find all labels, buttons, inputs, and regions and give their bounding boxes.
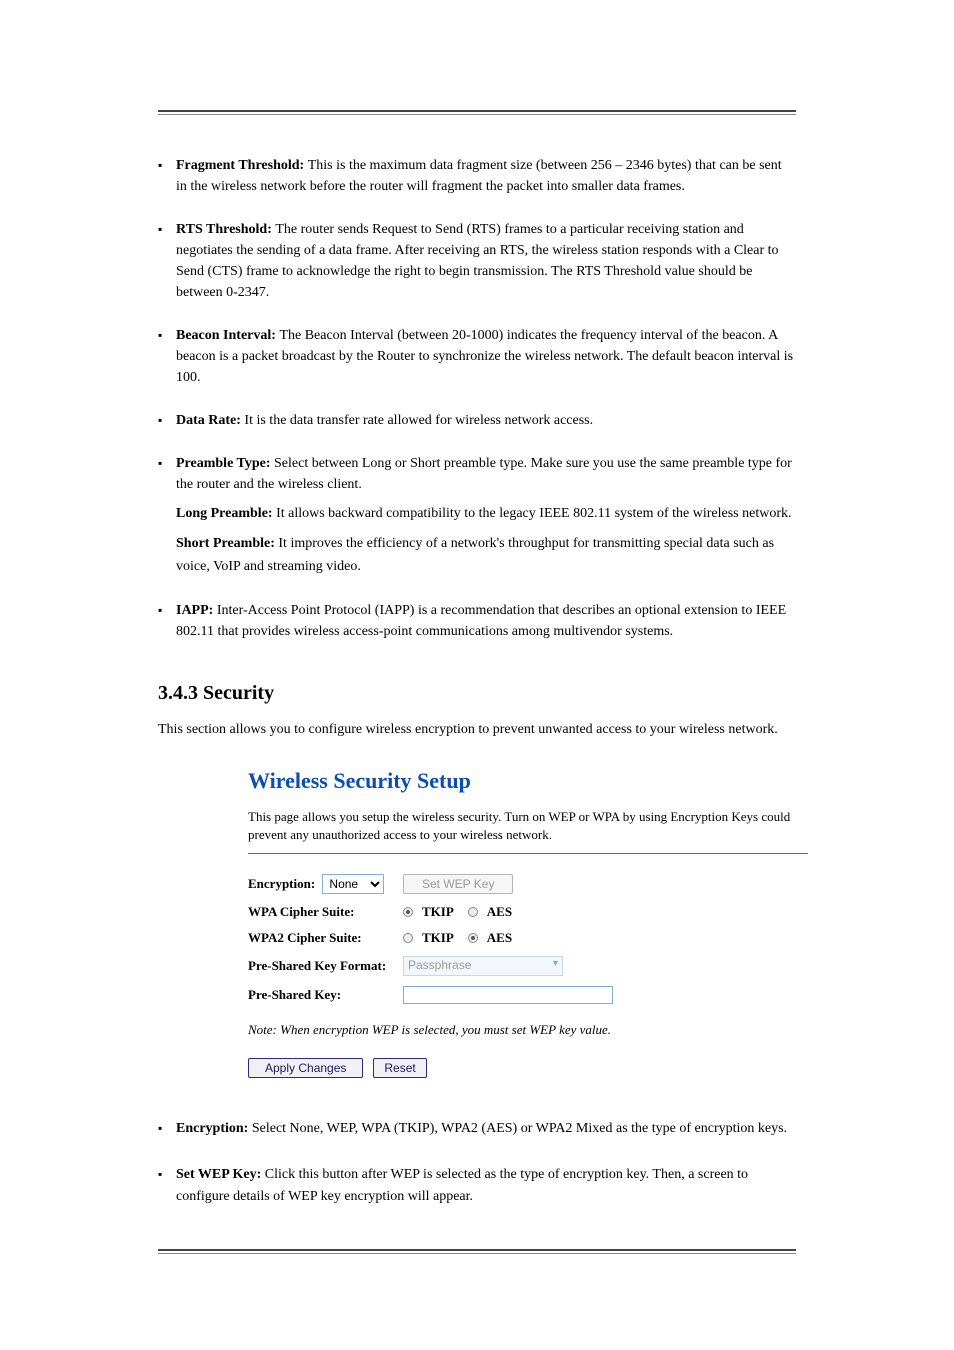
encryption-select[interactable]: None	[322, 874, 384, 894]
radio-wpa2-tkip[interactable]	[403, 933, 413, 943]
reset-button[interactable]: Reset	[373, 1058, 426, 1078]
set-wep-key-button[interactable]: Set WEP Key	[403, 874, 513, 894]
footer-rule-bottom	[158, 1253, 796, 1254]
footer-rule-top	[158, 1249, 796, 1251]
preamble-long: Long Preamble: It allows backward compat…	[176, 503, 796, 525]
security-bullet-list: Encryption: Select None, WEP, WPA (TKIP)…	[158, 1118, 796, 1209]
screenshot-title: Wireless Security Setup	[248, 768, 808, 794]
term-fragment: Fragment Threshold:	[176, 158, 308, 173]
label-psk-format: Pre-Shared Key Format:	[248, 958, 403, 974]
text-iapp: Inter-Access Point Protocol (IAPP) is a …	[176, 603, 786, 639]
term-rts: RTS Threshold:	[176, 222, 275, 237]
preamble-long-text: It allows backward compatibility to the …	[276, 506, 791, 521]
button-row: Apply Changes Reset	[248, 1058, 808, 1078]
radio-wpa-tkip[interactable]	[403, 907, 413, 917]
radio-wpa2-tkip-label: TKIP	[422, 930, 454, 946]
radio-wpa2-aes-label: AES	[487, 930, 512, 946]
preamble-long-label: Long Preamble:	[176, 506, 276, 521]
header-rule-bottom	[158, 114, 796, 115]
row-wpa-cipher: WPA Cipher Suite: TKIP AES	[248, 904, 808, 920]
header-rule-top	[158, 110, 796, 112]
psk-format-select[interactable]: Passphrase▾	[403, 956, 563, 976]
row-encryption: Encryption: None Set WEP Key	[248, 874, 808, 894]
screenshot-intro: This page allows you setup the wireless …	[248, 808, 808, 853]
list-item: Preamble Type: Select between Long or Sh…	[176, 453, 796, 578]
radio-wpa-aes-label: AES	[487, 904, 512, 920]
screenshot-security-setup: Wireless Security Setup This page allows…	[248, 768, 808, 1077]
preamble-sublist: Long Preamble: It allows backward compat…	[176, 503, 796, 578]
list-item: Data Rate: It is the data transfer rate …	[176, 410, 796, 431]
section-heading-security: 3.4.3 Security	[158, 682, 796, 705]
term-preamble: Preamble Type:	[176, 456, 274, 471]
term-encryption: Encryption:	[176, 1121, 252, 1136]
text-datarate: It is the data transfer rate allowed for…	[244, 413, 593, 428]
term-datarate: Data Rate:	[176, 413, 244, 428]
list-item: IAPP: Inter-Access Point Protocol (IAPP)…	[176, 600, 796, 642]
preamble-short: Short Preamble: It improves the efficien…	[176, 533, 796, 578]
list-item: Beacon Interval: The Beacon Interval (be…	[176, 325, 796, 388]
chevron-down-icon: ▾	[553, 958, 558, 969]
section-description: This section allows you to configure wir…	[158, 719, 796, 740]
advanced-bullet-list: Fragment Threshold: This is the maximum …	[158, 155, 796, 642]
radio-wpa2-aes[interactable]	[468, 933, 478, 943]
term-beacon: Beacon Interval:	[176, 328, 279, 343]
row-wpa2-cipher: WPA2 Cipher Suite: TKIP AES	[248, 930, 808, 946]
label-encryption: Encryption: None	[248, 874, 403, 894]
list-item: RTS Threshold: The router sends Request …	[176, 219, 796, 303]
term-iapp: IAPP:	[176, 603, 217, 618]
label-wpa2-cipher: WPA2 Cipher Suite:	[248, 930, 403, 946]
list-item: Encryption: Select None, WEP, WPA (TKIP)…	[176, 1118, 796, 1140]
preamble-short-label: Short Preamble:	[176, 536, 278, 551]
label-psk: Pre-Shared Key:	[248, 987, 403, 1003]
radio-wpa-tkip-label: TKIP	[422, 904, 454, 920]
label-wpa-cipher: WPA Cipher Suite:	[248, 904, 403, 920]
term-set-wep: Set WEP Key:	[176, 1167, 265, 1182]
row-psk-format: Pre-Shared Key Format: Passphrase▾	[248, 956, 808, 976]
list-item: Set WEP Key: Click this button after WEP…	[176, 1164, 796, 1209]
text-encryption: Select None, WEP, WPA (TKIP), WPA2 (AES)…	[252, 1121, 787, 1136]
screenshot-note: Note: When encryption WEP is selected, y…	[248, 1022, 808, 1038]
row-psk: Pre-Shared Key:	[248, 986, 808, 1004]
apply-changes-button[interactable]: Apply Changes	[248, 1058, 363, 1078]
radio-wpa-aes[interactable]	[468, 907, 478, 917]
psk-input[interactable]	[403, 986, 613, 1004]
list-item: Fragment Threshold: This is the maximum …	[176, 155, 796, 197]
